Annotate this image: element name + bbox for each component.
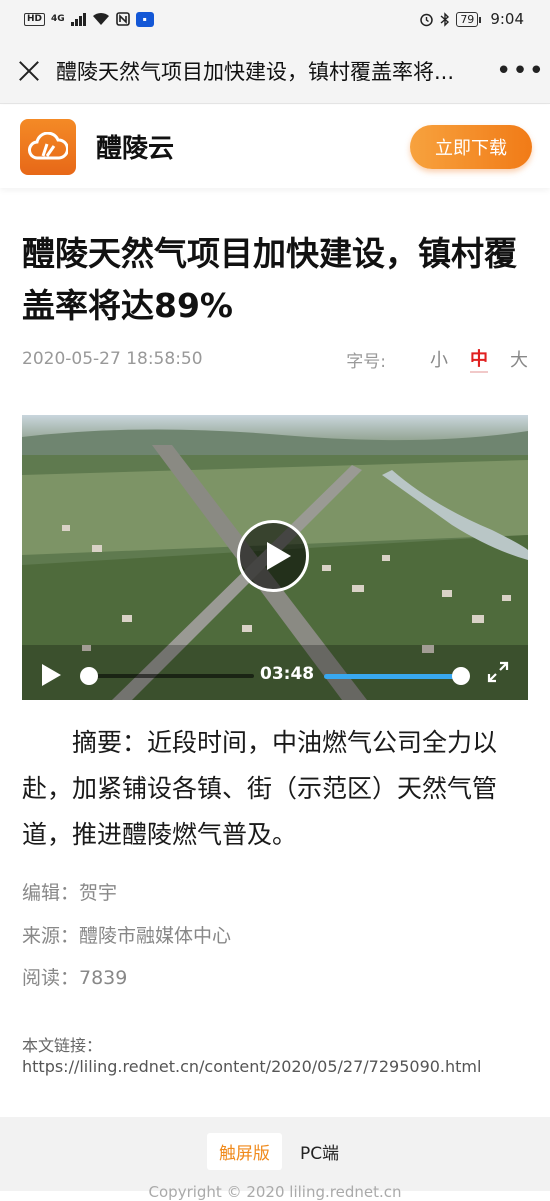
volume-knob[interactable] xyxy=(452,667,470,685)
source-line: 来源：醴陵市融媒体中心 xyxy=(22,925,232,947)
article-link[interactable]: https://liling.rednet.cn/content/2020/05… xyxy=(22,1057,481,1076)
font-size-label: 字号: xyxy=(346,351,386,372)
bluetooth-icon xyxy=(440,11,450,27)
video-player[interactable]: 03:48 xyxy=(22,415,528,700)
tab-touch-version[interactable]: 触屏版 xyxy=(206,1133,282,1170)
fullscreen-icon[interactable] xyxy=(486,660,510,684)
article-meta: 2020-05-27 18:58:50 字号: 小 中 大 xyxy=(22,345,528,373)
publish-date: 2020-05-27 18:58:50 xyxy=(22,349,203,369)
video-duration: 03:48 xyxy=(260,664,315,684)
progress-bar[interactable] xyxy=(88,674,254,678)
app-banner: 醴陵云 立即下载 xyxy=(0,105,550,188)
network-type: 4G xyxy=(51,14,65,24)
status-bar: HD 4G ▪ 79 9:04 xyxy=(0,0,550,38)
editor-line: 编辑：贺宇 xyxy=(22,882,118,904)
play-icon[interactable] xyxy=(42,664,61,686)
video-controls: 03:48 xyxy=(22,644,528,700)
signal-icon xyxy=(70,12,86,26)
clock: 9:04 xyxy=(490,10,524,28)
hd-badge: HD xyxy=(24,12,46,26)
copyright: Copyright © 2020 liling.rednet.cn xyxy=(148,1183,402,1201)
more-icon[interactable]: ••• xyxy=(496,58,545,84)
alarm-icon xyxy=(420,13,434,26)
big-play-button[interactable] xyxy=(237,520,309,592)
volume-bar[interactable] xyxy=(324,674,462,679)
font-size-medium[interactable]: 中 xyxy=(470,345,488,373)
nfc-icon xyxy=(115,12,130,26)
font-size-large[interactable]: 大 xyxy=(510,346,528,372)
battery-icon: 79 xyxy=(456,11,482,27)
nav-title: 醴陵天然气项目加快建设，镇村覆盖率将... xyxy=(56,59,455,84)
download-button[interactable]: 立即下载 xyxy=(410,125,532,169)
article-summary: 摘要：近段时间，中油燃气公司全力以赴，加紧铺设各镇、街（示范区）天然气管道，推进… xyxy=(22,728,498,849)
tab-pc-version[interactable]: PC端 xyxy=(296,1133,343,1170)
cloud-logo-icon xyxy=(28,131,68,159)
wifi-icon xyxy=(92,12,109,25)
app-logo xyxy=(20,118,76,175)
read-count: 阅读：7839 xyxy=(22,967,128,989)
article-headline: 醴陵天然气项目加快建设，镇村覆盖率将达89% xyxy=(22,234,517,325)
link-label: 本文链接： xyxy=(22,1036,103,1055)
footer: 触屏版 PC端 Copyright © 2020 liling.rednet.c… xyxy=(0,1117,550,1201)
app-notification-icon: ▪ xyxy=(135,11,154,27)
app-name: 醴陵云 xyxy=(96,134,175,164)
font-size-small[interactable]: 小 xyxy=(430,346,448,372)
progress-knob[interactable] xyxy=(80,667,98,685)
close-icon[interactable] xyxy=(18,60,40,82)
nav-bar: 醴陵天然气项目加快建设，镇村覆盖率将... ••• xyxy=(0,38,550,104)
